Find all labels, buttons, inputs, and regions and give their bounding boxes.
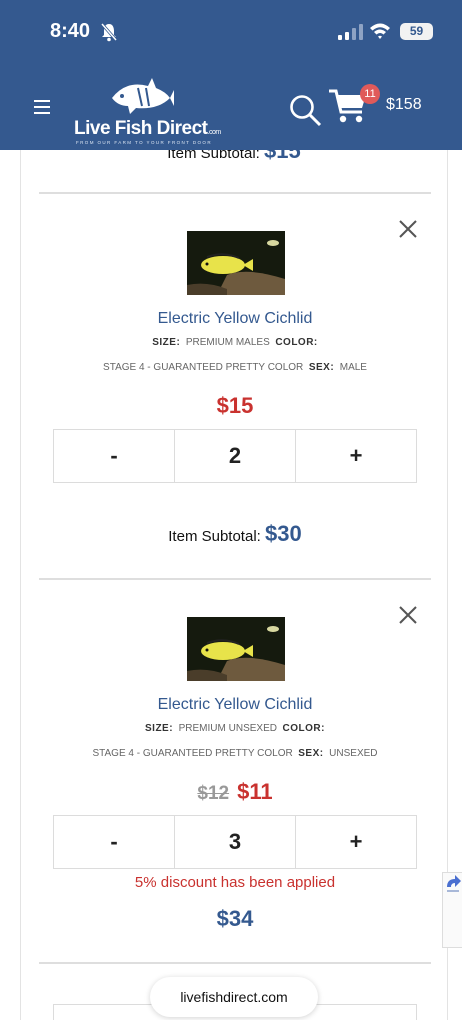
product-options: STAGE 4 - GUARANTEED PRETTY COLOR SEX: M… [103, 362, 367, 373]
search-icon[interactable] [288, 93, 322, 127]
close-icon[interactable] [397, 218, 419, 240]
decrease-quantity-button[interactable]: - [54, 430, 175, 482]
discount-message: 5% discount has been applied [134, 874, 336, 891]
recaptcha-badge[interactable] [442, 872, 462, 948]
item-subtotal: Item Subtotal: $30 [168, 521, 302, 546]
logo-tagline: FROM OUR FARM TO YOUR FRONT DOOR [76, 140, 212, 145]
quantity-value[interactable]: 3 [175, 816, 296, 868]
browser-url-bar[interactable]: livefishdirect.com [150, 977, 318, 1017]
recaptcha-icon [447, 875, 461, 892]
unit-price: $12 $11 [21, 779, 449, 805]
divider [39, 962, 431, 964]
product-image[interactable] [187, 617, 285, 681]
wifi-icon [370, 23, 390, 39]
cellular-signal-icon [338, 24, 363, 40]
product-options: STAGE 4 - GUARANTEED PRETTY COLOR SEX: U… [92, 748, 378, 759]
fish-logo-icon [112, 78, 174, 114]
item-subtotal: $34 [216, 906, 254, 931]
increase-quantity-button[interactable]: + [296, 816, 416, 868]
logo-wordmark: Live Fish Direct.com [74, 118, 221, 139]
status-bar: 8:40 59 [0, 0, 462, 62]
increase-quantity-button[interactable]: + [296, 430, 416, 482]
product-image[interactable] [187, 231, 285, 295]
decrease-quantity-button[interactable]: - [54, 816, 175, 868]
site-logo[interactable]: Live Fish Direct.com FROM OUR FARM TO YO… [74, 76, 221, 146]
divider [39, 578, 431, 580]
cart-count-badge: 11 [360, 84, 380, 104]
hamburger-menu-icon[interactable] [34, 100, 50, 114]
product-options: SIZE: PREMIUM UNSEXED COLOR: [145, 723, 325, 734]
quantity-stepper: - 3 + [53, 815, 417, 869]
product-name-link[interactable]: Electric Yellow Cichlid [21, 310, 449, 328]
battery-indicator: 59 [400, 23, 433, 40]
sale-price: $11 [237, 779, 273, 804]
bell-muted-icon [100, 23, 118, 42]
clock: 8:40 [50, 20, 91, 42]
quantity-stepper: - 2 + [53, 429, 417, 483]
product-name-link[interactable]: Electric Yellow Cichlid [21, 696, 449, 714]
site-header: 8:40 59 Live Fish Direct.com FROM OUR FA… [0, 0, 462, 150]
close-icon[interactable] [397, 604, 419, 626]
product-options: SIZE: PREMIUM MALES COLOR: [152, 337, 318, 348]
original-price: $12 [197, 783, 230, 804]
divider [39, 192, 431, 194]
unit-price: $15 [216, 393, 254, 418]
cart-items-list: Item Subtotal: $15 Electric Yellow Cichl… [20, 138, 449, 1020]
quantity-value[interactable]: 2 [175, 430, 296, 482]
cart-total[interactable]: $158 [386, 96, 422, 114]
